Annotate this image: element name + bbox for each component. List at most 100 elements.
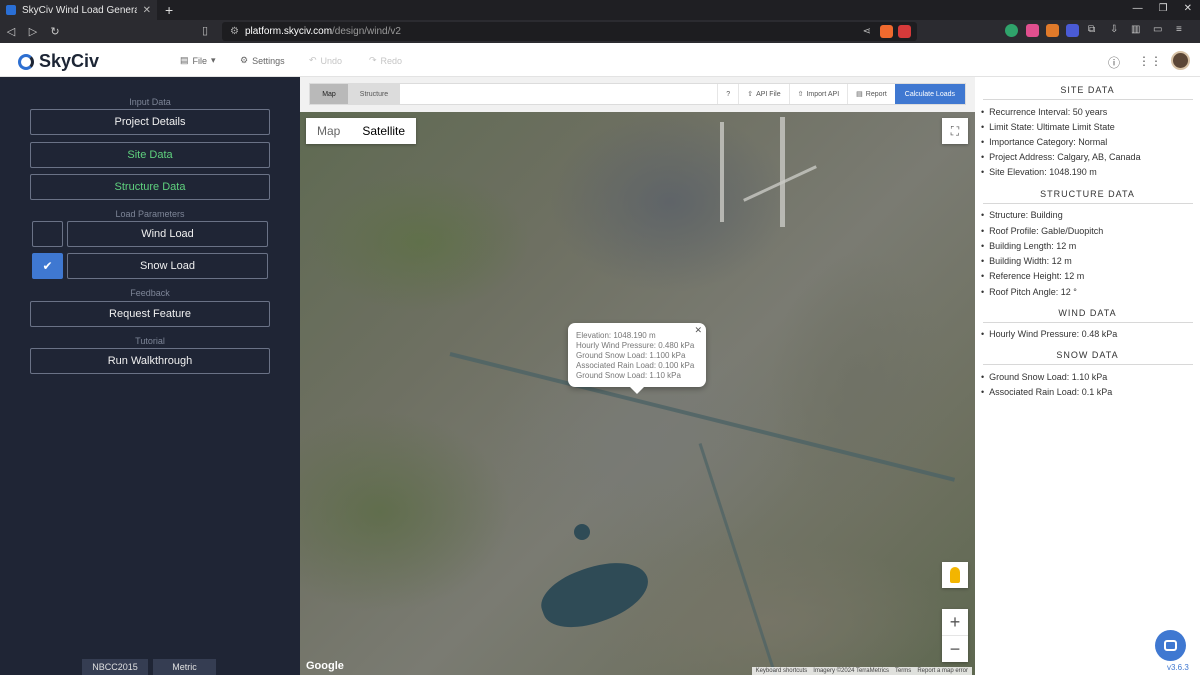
popup-line: Associated Rain Load: 0.100 kPa <box>576 361 695 370</box>
browser-menu-icon[interactable]: ≡ <box>1176 24 1182 35</box>
import-icon: ⇧ <box>797 91 804 98</box>
report-error-link[interactable]: Report a map error <box>917 668 968 674</box>
tab-title: SkyCiv Wind Load Generat <box>22 4 137 16</box>
undo-button[interactable]: ↶ Undo <box>309 55 342 66</box>
unit-system-tag[interactable]: Metric <box>153 659 216 675</box>
extensions-icon[interactable]: ⧉ <box>1088 24 1095 35</box>
forward-icon[interactable]: ▷ <box>22 25 44 38</box>
browser-tab[interactable]: SkyCiv Wind Load Generat ✕ <box>0 0 157 20</box>
brave-shield-icon[interactable] <box>880 25 893 38</box>
google-logo: Google <box>306 660 344 672</box>
list-item: Roof Profile: Gable/Duopitch <box>981 226 1103 236</box>
skyciv-logo[interactable]: SkyCiv <box>18 51 99 72</box>
browser-tab-bar: SkyCiv Wind Load Generat ✕ + — ❐ ✕ <box>0 0 1200 20</box>
sidebar-toggle-icon[interactable]: ▥ <box>1131 24 1140 35</box>
list-item: Site Elevation: 1048.190 m <box>981 167 1097 177</box>
import-api-button[interactable]: ⇧ Import API <box>788 84 848 104</box>
terms-link[interactable]: Terms <box>895 668 911 674</box>
gear-icon: ⚙ <box>240 55 249 65</box>
apps-grid-icon[interactable]: ⋮⋮ <box>1138 54 1162 68</box>
file-icon: ▤ <box>180 55 189 65</box>
list-item: Project Address: Calgary, AB, Canada <box>981 152 1140 162</box>
street-view-pegman-icon[interactable] <box>942 562 968 588</box>
settings-menu[interactable]: ⚙ Settings <box>240 55 285 66</box>
address-bar[interactable]: ⚙ platform.skyciv.com/design/wind/v2 ⋖ <box>222 22 917 41</box>
undo-label: Undo <box>320 55 343 66</box>
minimize-icon[interactable]: — <box>1133 3 1143 14</box>
extension-orange-icon[interactable] <box>1046 24 1059 37</box>
reload-icon[interactable]: ↻ <box>44 25 66 38</box>
help-icon[interactable]: ⓘ <box>1108 54 1120 71</box>
extension-green-icon[interactable] <box>1005 24 1018 37</box>
satellite-map[interactable]: Map Satellite ⛶ ✕ Elevation: 1048.190 m … <box>300 112 975 675</box>
structure-data-heading: STRUCTURE DATA <box>1040 189 1135 199</box>
api-file-button[interactable]: ⇧ API File <box>738 84 788 104</box>
url-path: /design/wind/v2 <box>332 26 401 37</box>
upload-icon: ⇧ <box>747 91 754 98</box>
download-icon[interactable]: ⇩ <box>1110 24 1118 35</box>
extension-blue-icon[interactable] <box>1066 24 1079 37</box>
pond <box>574 524 590 540</box>
help-button[interactable]: ? <box>717 84 738 104</box>
new-tab-icon[interactable]: + <box>165 2 173 18</box>
close-icon[interactable]: ✕ <box>694 325 702 336</box>
map-type-map[interactable]: Map <box>306 118 351 144</box>
url-domain: platform.skyciv.com <box>244 26 333 37</box>
chat-support-button[interactable] <box>1155 630 1186 661</box>
extension-color-icon[interactable] <box>1026 24 1039 37</box>
request-feature-button[interactable]: Request Feature <box>30 301 270 327</box>
calculate-loads-button[interactable]: Calculate Loads <box>894 84 965 104</box>
fullscreen-icon[interactable]: ⛶ <box>942 118 968 144</box>
map-type-switch: Map Satellite <box>306 118 417 144</box>
file-menu-label: File <box>192 55 208 66</box>
map-type-satellite[interactable]: Satellite <box>351 118 416 144</box>
api-file-label: API File <box>756 90 781 98</box>
close-tab-icon[interactable]: ✕ <box>143 5 151 16</box>
load-parameters-heading: Load Parameters <box>115 209 185 219</box>
list-item: Associated Rain Load: 0.1 kPa <box>981 387 1112 397</box>
brave-rewards-icon[interactable] <box>898 25 911 38</box>
share-icon[interactable]: ⋖ <box>863 26 871 37</box>
run-walkthrough-button[interactable]: Run Walkthrough <box>30 348 270 374</box>
report-button[interactable]: ▤ Report <box>847 84 895 104</box>
popup-line: Ground Snow Load: 1.100 kPa <box>576 351 686 360</box>
snow-load-button[interactable]: Snow Load <box>67 253 268 279</box>
site-data-button[interactable]: Site Data <box>30 142 270 168</box>
maximize-icon[interactable]: ❐ <box>1159 3 1168 14</box>
location-info-popup: ✕ Elevation: 1048.190 m Hourly Wind Pres… <box>568 323 706 394</box>
tab-structure[interactable]: Structure <box>348 84 400 104</box>
structure-data-button[interactable]: Structure Data <box>30 174 270 200</box>
bookmark-icon[interactable]: ▯ <box>202 24 208 37</box>
settings-label: Settings <box>252 55 285 66</box>
back-icon[interactable]: ◁ <box>0 25 22 38</box>
popup-line: Elevation: 1048.190 m <box>576 331 656 340</box>
browser-nav-bar: ◁ ▷ ↻ ▯ ⚙ platform.skyciv.com/design/win… <box>0 20 1200 43</box>
popup-line: Hourly Wind Pressure: 0.480 kPa <box>576 341 695 350</box>
wind-load-button[interactable]: Wind Load <box>67 221 268 247</box>
file-menu[interactable]: ▤ File ▾ <box>180 55 216 66</box>
redo-button[interactable]: ↷ Redo <box>369 55 402 66</box>
logo-text: SkyCiv <box>39 51 100 71</box>
design-code-tag[interactable]: NBCC2015 <box>82 659 148 675</box>
project-details-button[interactable]: Project Details <box>30 109 270 135</box>
tab-map[interactable]: Map <box>310 84 348 104</box>
avatar[interactable] <box>1171 51 1190 70</box>
wallet-icon[interactable]: ▭ <box>1153 24 1162 35</box>
keyboard-shortcuts-link[interactable]: Keyboard shortcuts <box>756 668 808 674</box>
list-item: Building Length: 12 m <box>981 241 1076 251</box>
snow-load-checkbox[interactable]: ✔ <box>32 253 63 279</box>
close-window-icon[interactable]: ✕ <box>1184 3 1192 14</box>
list-item: Reference Height: 12 m <box>981 271 1084 281</box>
list-item: Importance Category: Normal <box>981 137 1107 147</box>
reservoir <box>533 549 657 640</box>
wind-load-checkbox[interactable] <box>32 221 63 247</box>
site-info-icon[interactable]: ⚙ <box>230 26 239 37</box>
redo-icon: ↷ <box>369 55 377 65</box>
zoom-out-button[interactable]: − <box>942 636 968 662</box>
airport-runway <box>780 117 785 227</box>
app-header: SkyCiv ▤ File ▾ ⚙ Settings ↶ Undo ↷ Redo… <box>0 43 1200 77</box>
sidebar: Input Data Project Details Site Data Str… <box>0 77 300 675</box>
zoom-in-button[interactable]: + <box>942 609 968 635</box>
site-data-heading: SITE DATA <box>1060 85 1115 95</box>
list-item: Building Width: 12 m <box>981 256 1072 266</box>
